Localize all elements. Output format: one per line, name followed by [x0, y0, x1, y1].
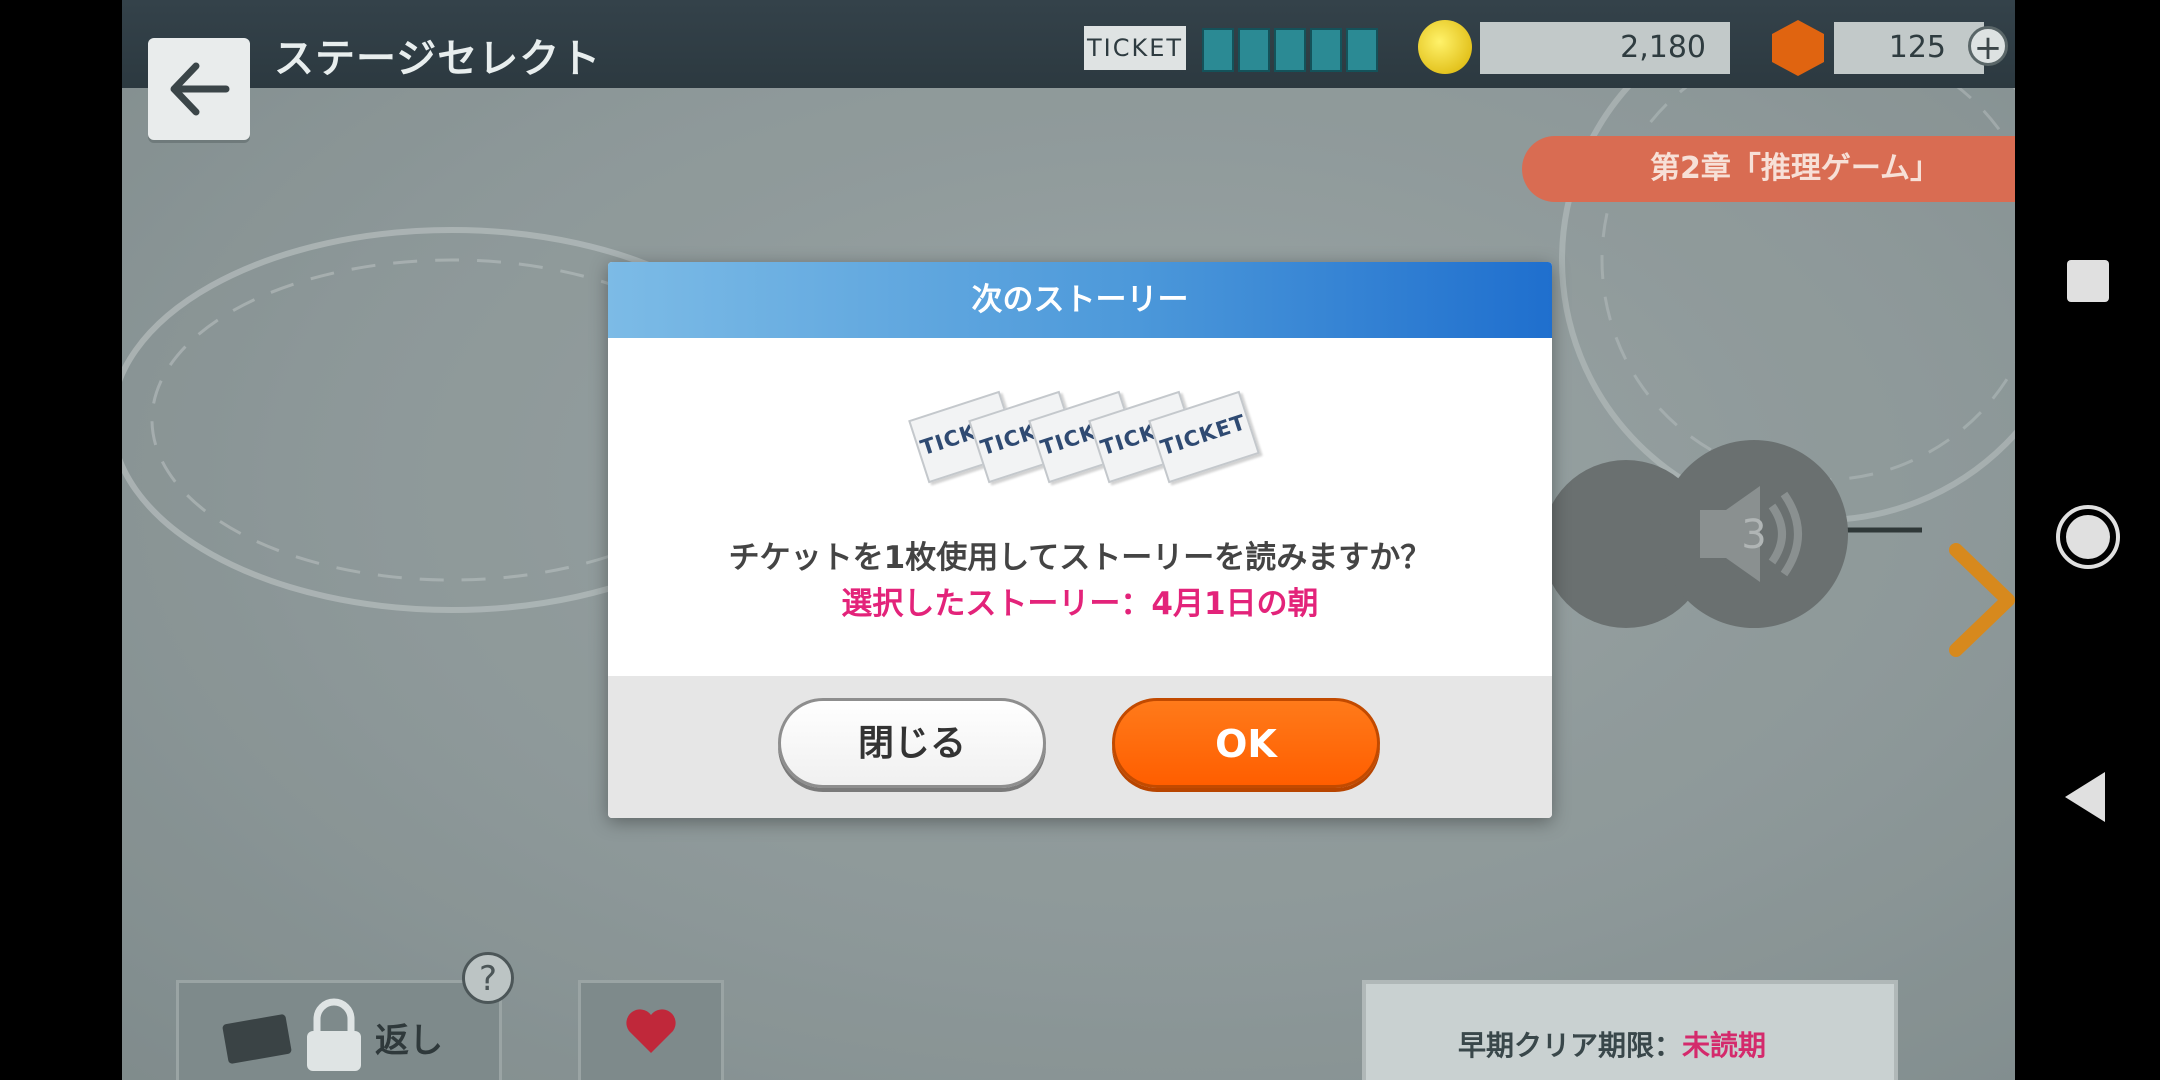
favorite-button[interactable] — [578, 980, 724, 1080]
deadline-value: 未読期 — [1682, 1029, 1767, 1062]
node-number: 3 — [1741, 512, 1766, 558]
coin-icon — [1418, 20, 1472, 74]
chapter-banner[interactable]: 第2章「推理ゲーム」 — [1522, 136, 2015, 202]
deadline-label: 早期クリア期限： — [1458, 1029, 1683, 1062]
selected-story: 選択したストーリー：4月1日の朝 — [841, 586, 1319, 622]
home-icon[interactable] — [2055, 504, 2121, 570]
dialog-title: 次のストーリー — [608, 262, 1552, 338]
ticket-illustration: TICKET TICKET TICKET TICKET TICKET — [900, 390, 1260, 490]
system-nav-bar — [2015, 0, 2160, 1080]
ticket-icon — [222, 1014, 292, 1064]
lock-icon — [307, 998, 361, 1071]
ticket-slot — [1202, 28, 1234, 72]
back-arrow-icon — [170, 62, 230, 116]
next-story-dialog: 次のストーリー TICKET TICKET TICKET TICKET TICK… — [608, 262, 1552, 818]
help-button[interactable]: ? — [462, 952, 514, 1004]
ticket-slot — [1310, 28, 1342, 72]
replay-button[interactable]: 返し — [176, 980, 502, 1080]
replay-label: 返し — [375, 1021, 443, 1061]
back-button[interactable] — [148, 38, 250, 140]
next-arrow-icon[interactable] — [1942, 540, 2015, 660]
add-gems-button[interactable]: + — [1968, 26, 2008, 67]
gem-count: 125 — [1834, 22, 1984, 74]
ticket-label: TICKET — [1084, 26, 1186, 70]
dialog-footer: 閉じる OK — [608, 676, 1552, 818]
recent-apps-icon[interactable] — [2065, 258, 2111, 304]
ticket-slot — [1346, 28, 1378, 72]
back-nav-icon[interactable] — [2061, 770, 2111, 824]
dialog-message: チケットを1枚使用してストーリーを読みますか？ — [728, 540, 1432, 576]
close-button[interactable]: 閉じる — [778, 698, 1046, 788]
ticket-slot — [1274, 28, 1306, 72]
early-clear-deadline: 早期クリア期限：未読期 — [1362, 980, 1898, 1080]
speaker-icon: 3 — [1700, 486, 1802, 582]
stage-node-3[interactable]: 3 — [1660, 440, 1848, 628]
heart-icon — [626, 1009, 676, 1053]
coin-count: 2,180 — [1480, 22, 1730, 74]
ok-button[interactable]: OK — [1112, 698, 1380, 788]
page-title: ステージセレクト — [274, 36, 602, 82]
ticket-slot — [1238, 28, 1270, 72]
